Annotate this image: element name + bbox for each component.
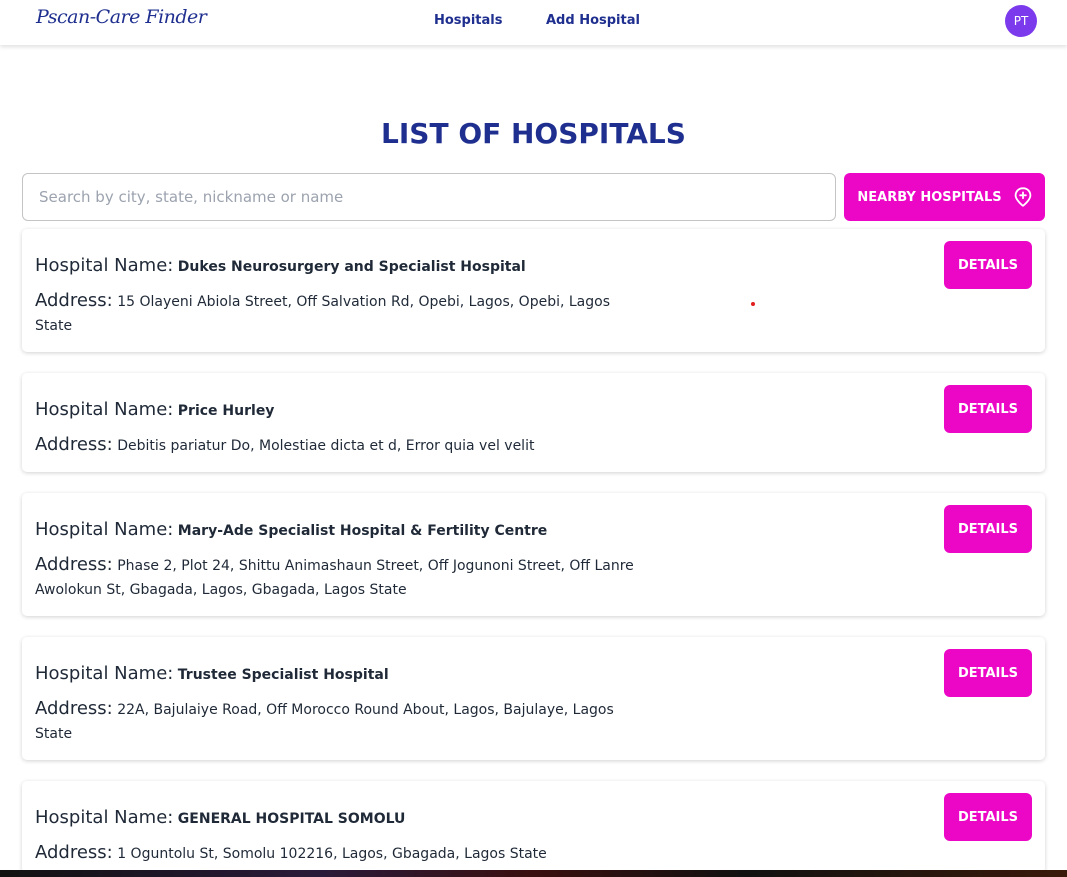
user-avatar[interactable]: PT xyxy=(1005,5,1037,37)
hospital-address-row: Address: 15 Olayeni Abiola Street, Off S… xyxy=(35,289,645,338)
hospital-name-row: Hospital Name: Dukes Neurosurgery and Sp… xyxy=(35,255,526,276)
hospital-name-label: Hospital Name: xyxy=(35,519,174,540)
nearby-hospitals-button[interactable]: NEARBY HOSPITALS xyxy=(844,173,1045,221)
hospital-address: 15 Olayeni Abiola Street, Off Salvation … xyxy=(35,294,611,334)
hospital-card: Hospital Name: Price Hurley Address: Deb… xyxy=(22,373,1045,472)
address-label: Address: xyxy=(35,290,113,311)
hospital-name-label: Hospital Name: xyxy=(35,807,174,828)
hospital-name-label: Hospital Name: xyxy=(35,663,174,684)
address-label: Address: xyxy=(35,842,113,863)
brand-logo[interactable]: Pscan-Care Finder xyxy=(36,6,207,28)
hospital-card: Hospital Name: Dukes Neurosurgery and Sp… xyxy=(22,229,1045,352)
hospital-name: Mary-Ade Specialist Hospital & Fertility… xyxy=(177,523,548,539)
details-button[interactable]: DETAILS xyxy=(944,793,1032,841)
hospital-card: Hospital Name: Trustee Specialist Hospit… xyxy=(22,637,1045,760)
top-navbar: Pscan-Care Finder Hospitals Add Hospital… xyxy=(0,0,1067,45)
hospital-address: Debitis pariatur Do, Molestiae dicta et … xyxy=(117,438,535,454)
address-label: Address: xyxy=(35,698,113,719)
hospital-address-row: Address: 1 Oguntolu St, Somolu 102216, L… xyxy=(35,841,645,866)
hospital-name-row: Hospital Name: GENERAL HOSPITAL SOMOLU xyxy=(35,807,405,828)
hospital-address-row: Address: Debitis pariatur Do, Molestiae … xyxy=(35,433,645,458)
nav-link-hospitals[interactable]: Hospitals xyxy=(434,13,503,28)
taskbar-strip xyxy=(0,870,1067,877)
hospital-name: Dukes Neurosurgery and Specialist Hospit… xyxy=(177,259,526,275)
hospital-name-row: Hospital Name: Price Hurley xyxy=(35,399,274,420)
details-button[interactable]: DETAILS xyxy=(944,649,1032,697)
details-button[interactable]: DETAILS xyxy=(944,241,1032,289)
hospital-name: Price Hurley xyxy=(177,403,275,419)
nearby-hospitals-label: NEARBY HOSPITALS xyxy=(857,189,1002,205)
hospital-name-label: Hospital Name: xyxy=(35,255,174,276)
address-label: Address: xyxy=(35,554,113,575)
hospital-name-row: Hospital Name: Mary-Ade Specialist Hospi… xyxy=(35,519,547,540)
cursor-dot xyxy=(751,302,755,306)
address-label: Address: xyxy=(35,434,113,455)
details-button[interactable]: DETAILS xyxy=(944,385,1032,433)
hospital-address: 22A, Bajulaiye Road, Off Morocco Round A… xyxy=(35,702,614,742)
hospital-address-row: Address: Phase 2, Plot 24, Shittu Animas… xyxy=(35,553,645,602)
page-title: LIST OF HOSPITALS xyxy=(381,117,686,150)
hospital-address: 1 Oguntolu St, Somolu 102216, Lagos, Gba… xyxy=(117,846,547,862)
hospital-address: Phase 2, Plot 24, Shittu Animashaun Stre… xyxy=(35,558,634,598)
nav-link-add-hospital[interactable]: Add Hospital xyxy=(546,13,640,28)
map-pin-plus-icon xyxy=(1014,187,1031,207)
hospital-name-label: Hospital Name: xyxy=(35,399,174,420)
search-input[interactable] xyxy=(22,173,836,221)
hospital-name: GENERAL HOSPITAL SOMOLU xyxy=(177,811,406,827)
details-button[interactable]: DETAILS xyxy=(944,505,1032,553)
hospital-name-row: Hospital Name: Trustee Specialist Hospit… xyxy=(35,663,389,684)
hospital-name: Trustee Specialist Hospital xyxy=(177,667,389,683)
hospital-card: Hospital Name: Mary-Ade Specialist Hospi… xyxy=(22,493,1045,616)
hospital-card: Hospital Name: GENERAL HOSPITAL SOMOLU A… xyxy=(22,781,1045,873)
hospital-address-row: Address: 22A, Bajulaiye Road, Off Morocc… xyxy=(35,697,645,746)
